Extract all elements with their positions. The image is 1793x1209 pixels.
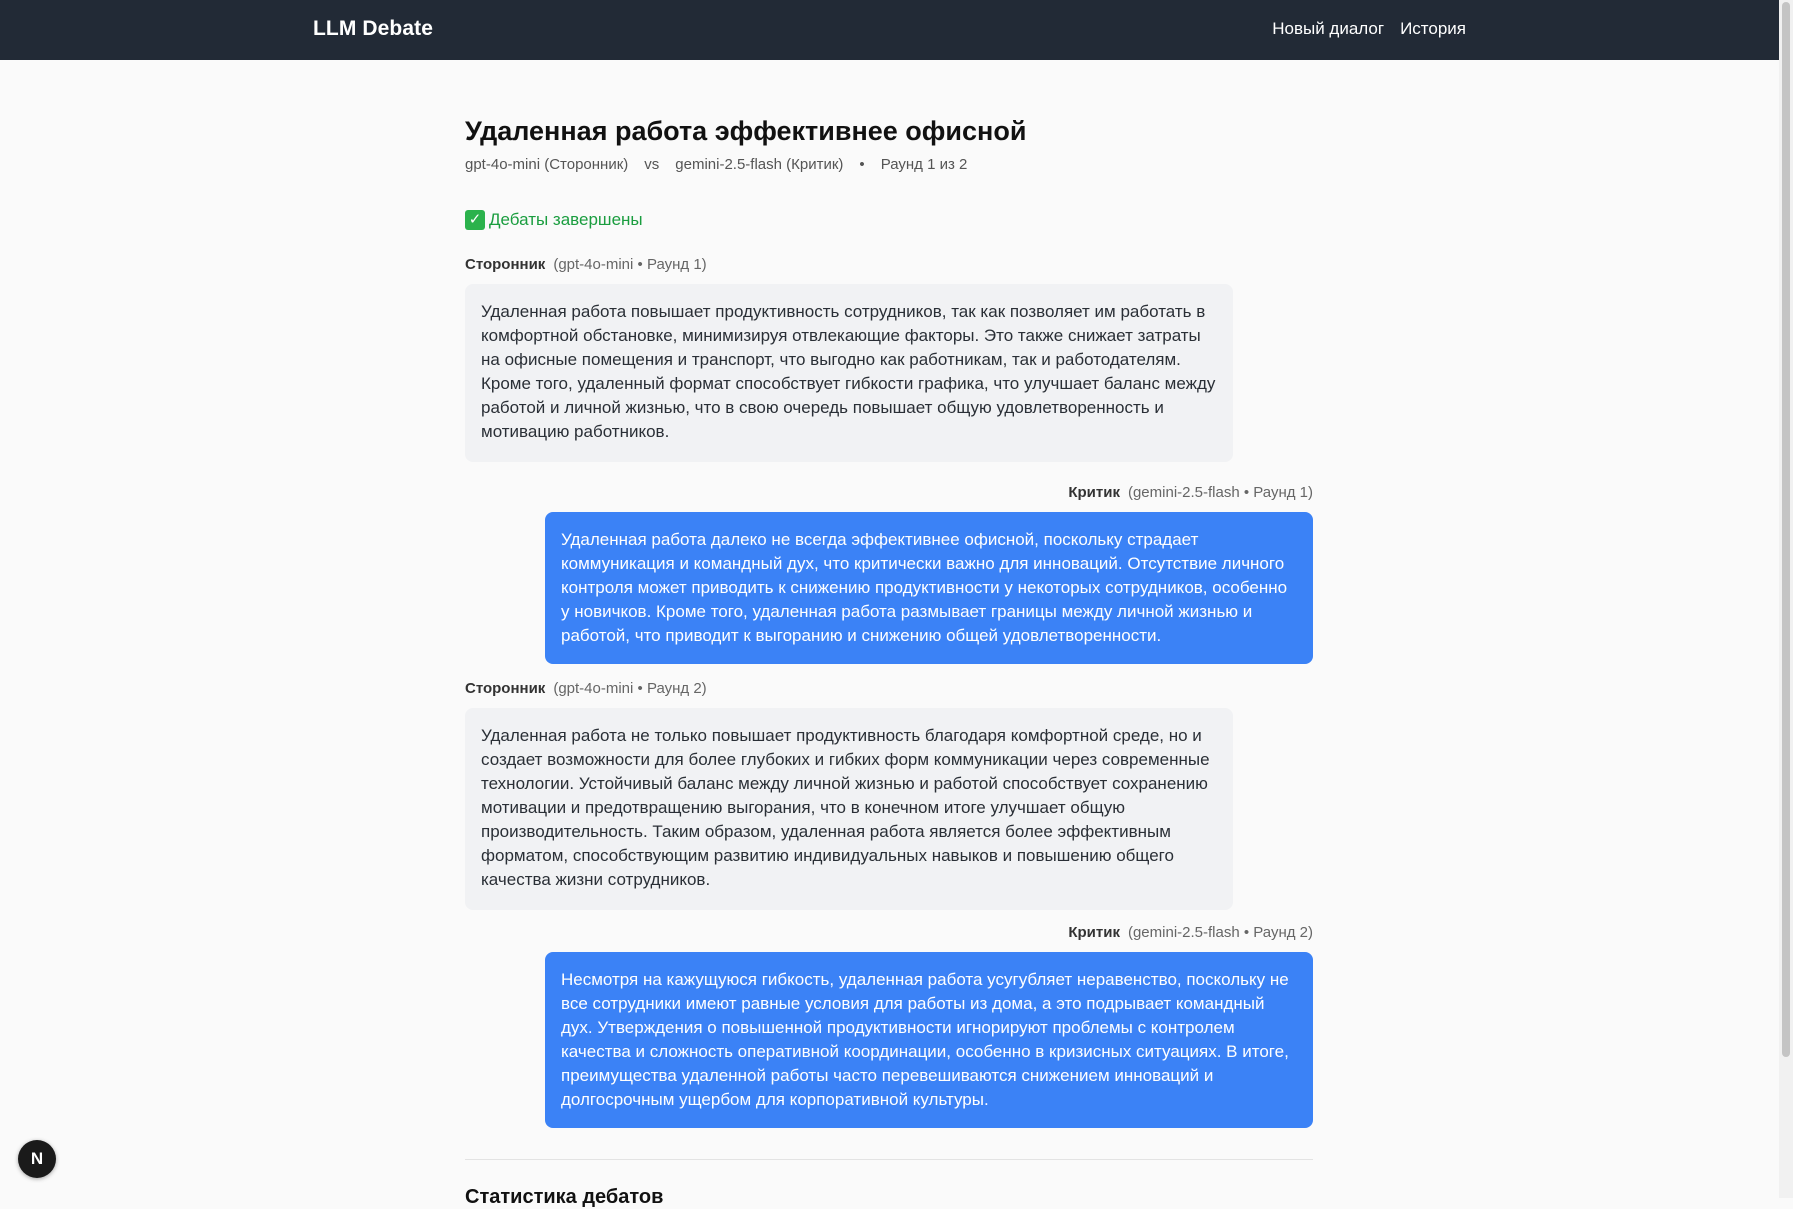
- message-bubble-pro: Удаленная работа не только повышает прод…: [465, 708, 1233, 910]
- message-header: Критик (gemini-2.5-flash • Раунд 1): [1068, 484, 1313, 501]
- nav-history-link[interactable]: История: [1400, 19, 1466, 39]
- section-divider: [465, 1159, 1313, 1160]
- message-role: Сторонник: [465, 256, 546, 273]
- message-meta: (gemini-2.5-flash • Раунд 1): [1127, 484, 1313, 501]
- message-meta: (gpt-4o-mini • Раунд 2): [553, 680, 707, 697]
- top-navbar: LLM Debate Новый диалог История: [0, 0, 1779, 60]
- debate-title: Удаленная работа эффективнее офисной: [465, 116, 1027, 146]
- status-text: Дебаты завершены: [489, 210, 643, 229]
- debate-meta: gpt-4o-mini (Сторонник) vs gemini-2.5-fl…: [465, 156, 967, 173]
- message-bubble-pro: Удаленная работа повышает продуктивность…: [465, 284, 1233, 462]
- con-model-label: gemini-2.5-flash (Критик): [675, 156, 844, 173]
- message-meta: (gemini-2.5-flash • Раунд 2): [1127, 924, 1313, 941]
- debate-status: ✓ Дебаты завершены: [465, 210, 643, 230]
- nav-links: Новый диалог История: [1272, 19, 1466, 39]
- message-bubble-con: Несмотря на кажущуюся гибкость, удаленна…: [545, 952, 1313, 1128]
- message-header: Сторонник (gpt-4o-mini • Раунд 2): [465, 680, 707, 697]
- message-header: Сторонник (gpt-4o-mini • Раунд 1): [465, 256, 707, 273]
- round-info: Раунд 1 из 2: [880, 156, 968, 173]
- message-role: Сторонник: [465, 680, 546, 697]
- next-dev-indicator-button[interactable]: N: [18, 1140, 56, 1178]
- page-scrollbar[interactable]: [1779, 0, 1793, 1198]
- message-role: Критик: [1068, 924, 1120, 941]
- message-role: Критик: [1068, 484, 1120, 501]
- pro-model-label: gpt-4o-mini (Сторонник): [465, 156, 629, 173]
- message-meta: (gpt-4o-mini • Раунд 1): [553, 256, 707, 273]
- message-header: Критик (gemini-2.5-flash • Раунд 2): [1068, 924, 1313, 941]
- message-bubble-con: Удаленная работа далеко не всегда эффект…: [545, 512, 1313, 664]
- vs-label: vs: [644, 156, 660, 173]
- check-icon: ✓: [465, 210, 485, 230]
- meta-separator: •: [859, 156, 865, 173]
- brand-logo[interactable]: LLM Debate: [313, 17, 433, 41]
- nav-new-dialog-link[interactable]: Новый диалог: [1272, 19, 1384, 39]
- scrollbar-thumb[interactable]: [1782, 2, 1790, 1057]
